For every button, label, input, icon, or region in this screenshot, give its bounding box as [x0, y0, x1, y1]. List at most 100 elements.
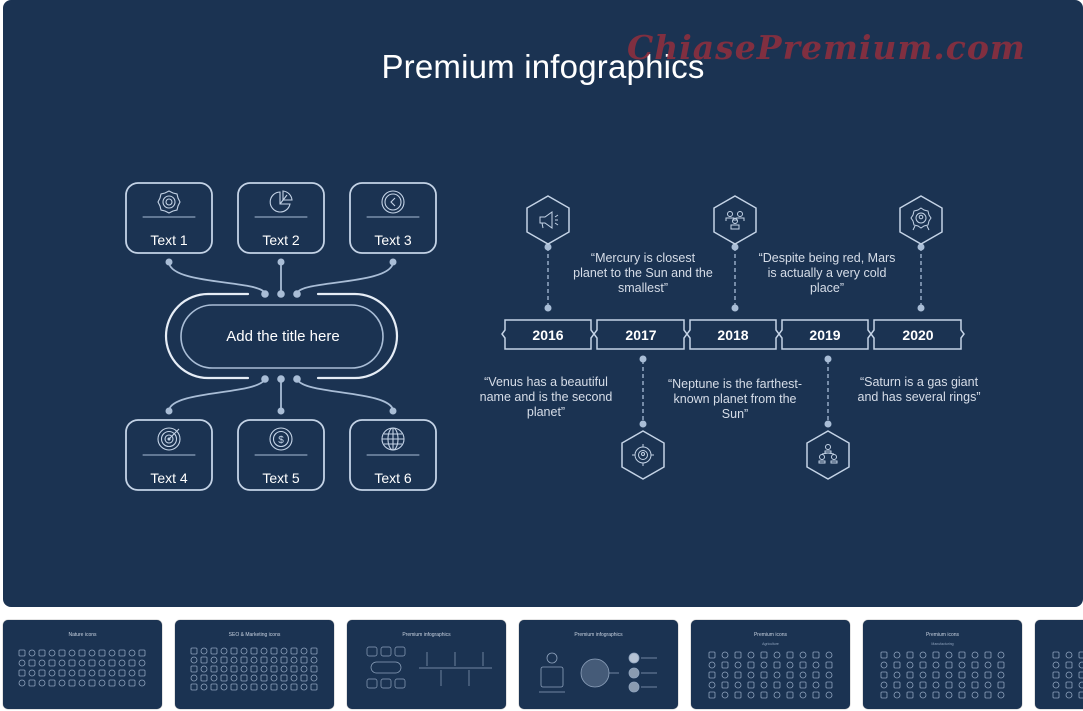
hub-item-3-label: Text 3 [374, 232, 412, 248]
mini-icon [984, 661, 992, 669]
mini-icon [984, 681, 992, 689]
mini-icon [210, 665, 218, 673]
thumbnail-5[interactable]: Premium icons Agriculture [691, 620, 850, 709]
mini-icon [880, 661, 888, 669]
mini-icon [138, 659, 146, 667]
mini-icon [906, 651, 914, 659]
mini-icon [1052, 661, 1060, 669]
mini-icon [118, 679, 126, 687]
mini-icon [48, 649, 56, 657]
mini-icon [958, 651, 966, 659]
mini-icon [230, 683, 238, 691]
hub-item-6-label: Text 6 [374, 470, 412, 486]
quote-2017: “Mercury is closest planet to the Sun an… [573, 251, 713, 295]
mini-icon [721, 661, 729, 669]
mini-icon [747, 691, 755, 699]
mini-icon [290, 665, 298, 673]
mini-icon [747, 681, 755, 689]
mini-icon [220, 656, 228, 664]
mini-icon [1065, 651, 1073, 659]
mini-icon [300, 647, 308, 655]
mini-icon [786, 681, 794, 689]
mini-icon [945, 661, 953, 669]
mini-icon [1078, 691, 1083, 699]
thumbnail-6[interactable]: Premium icons Manufacturing [863, 620, 1022, 709]
mini-icon [721, 671, 729, 679]
mini-icon [28, 649, 36, 657]
thumbnail-2[interactable]: SEO & Marketing icons [175, 620, 334, 709]
thumbnail-1[interactable]: Nature icons [3, 620, 162, 709]
mini-icon [18, 649, 26, 657]
hexagon-2016 [526, 195, 570, 245]
mini-icon [760, 691, 768, 699]
mini-icon [260, 683, 268, 691]
mini-icon [786, 671, 794, 679]
hub-item-2-label: Text 2 [262, 232, 300, 248]
mini-icon [78, 659, 86, 667]
mini-icon [1078, 681, 1083, 689]
pie-chart-icon [269, 190, 293, 213]
mini-icon [919, 691, 927, 699]
mini-icon [799, 671, 807, 679]
mini-icon [997, 661, 1005, 669]
mini-icon [773, 681, 781, 689]
hexagon-2018 [713, 195, 757, 245]
mini-icon [310, 665, 318, 673]
mini-icon [118, 669, 126, 677]
thumbnail-3[interactable]: Premium infographics [347, 620, 506, 709]
quote-2016: “Venus has a beautiful name and is the s… [479, 375, 613, 419]
mini-icon [893, 681, 901, 689]
mini-icon [240, 683, 248, 691]
mini-icon [250, 647, 258, 655]
mini-icon [893, 691, 901, 699]
mini-icon [260, 647, 268, 655]
mini-icon [997, 691, 1005, 699]
mini-icon [28, 659, 36, 667]
hexagon-2019 [806, 430, 850, 480]
mini-icon [210, 683, 218, 691]
thumbnail-icon-grid [190, 647, 318, 691]
mini-icon [893, 661, 901, 669]
mini-icon [230, 665, 238, 673]
mini-icon [773, 661, 781, 669]
mini-icon [812, 651, 820, 659]
mini-icon [200, 656, 208, 664]
mini-icon [270, 674, 278, 682]
mini-icon [270, 647, 278, 655]
mini-icon [812, 661, 820, 669]
mini-icon [1052, 651, 1060, 659]
mini-icon [18, 669, 26, 677]
mini-icon [1065, 671, 1073, 679]
mini-icon [220, 665, 228, 673]
year-2017: 2017 [625, 327, 657, 343]
mini-icon [760, 671, 768, 679]
mini-icon [812, 691, 820, 699]
mini-icon [270, 665, 278, 673]
thumbnail-4[interactable]: Premium infographics [519, 620, 678, 709]
mini-icon [128, 669, 136, 677]
mini-icon [812, 681, 820, 689]
mini-icon [200, 647, 208, 655]
mini-icon [88, 679, 96, 687]
mini-icon [932, 681, 940, 689]
mini-icon [893, 671, 901, 679]
mini-icon [971, 661, 979, 669]
mini-icon [38, 649, 46, 657]
mini-icon [250, 656, 258, 664]
thumbnail-7[interactable] [1035, 620, 1083, 709]
mini-icon [280, 674, 288, 682]
mini-icon [799, 681, 807, 689]
mini-icon [721, 691, 729, 699]
mini-icon [78, 679, 86, 687]
mini-icon [984, 691, 992, 699]
mini-icon [108, 659, 116, 667]
mini-icon [270, 656, 278, 664]
gear-icon [157, 190, 181, 214]
mini-icon [230, 656, 238, 664]
mini-icon [1052, 691, 1060, 699]
mini-icon [300, 665, 308, 673]
mini-icon [200, 683, 208, 691]
year-2020: 2020 [902, 327, 934, 343]
year-2019: 2019 [809, 327, 841, 343]
mini-icon [128, 659, 136, 667]
